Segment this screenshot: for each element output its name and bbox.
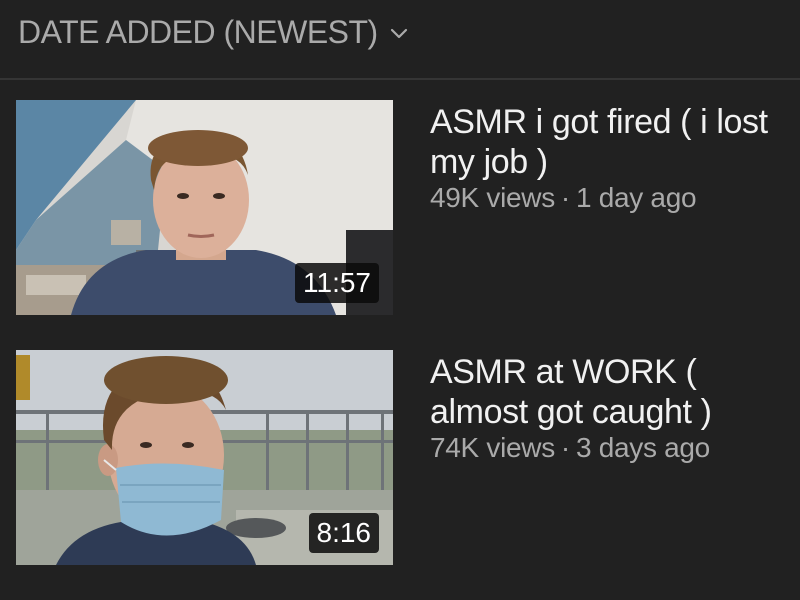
- video-metadata: 74K views · 3 days ago: [430, 432, 800, 464]
- sort-label: DATE ADDED (NEWEST): [18, 14, 378, 50]
- video-list-item[interactable]: 11:57 ASMR i got fired ( i lost my job )…: [16, 100, 800, 315]
- video-metadata: 49K views · 1 day ago: [430, 182, 800, 214]
- chevron-down-icon: [388, 22, 410, 44]
- video-title[interactable]: ASMR at WORK ( almost got caught ): [430, 352, 800, 432]
- video-title[interactable]: ASMR i got fired ( i lost my job ): [430, 102, 800, 182]
- meta-separator: ·: [560, 432, 570, 463]
- upload-age: 1 day ago: [575, 182, 697, 213]
- video-duration-badge: 11:57: [295, 263, 379, 303]
- meta-separator: ·: [560, 182, 570, 213]
- view-count: 49K views: [430, 182, 555, 213]
- view-count: 74K views: [430, 432, 555, 463]
- video-thumbnail[interactable]: 11:57: [16, 100, 393, 315]
- video-info: ASMR at WORK ( almost got caught ) 74K v…: [430, 350, 800, 464]
- video-duration-badge: 8:16: [308, 513, 379, 553]
- sort-dropdown-button[interactable]: DATE ADDED (NEWEST): [18, 14, 410, 51]
- video-info: ASMR i got fired ( i lost my job ) 49K v…: [430, 100, 800, 214]
- sort-bar: DATE ADDED (NEWEST): [0, 0, 800, 80]
- video-list-item[interactable]: 8:16 ASMR at WORK ( almost got caught ) …: [16, 350, 800, 565]
- upload-age: 3 days ago: [575, 432, 710, 463]
- video-thumbnail[interactable]: 8:16: [16, 350, 393, 565]
